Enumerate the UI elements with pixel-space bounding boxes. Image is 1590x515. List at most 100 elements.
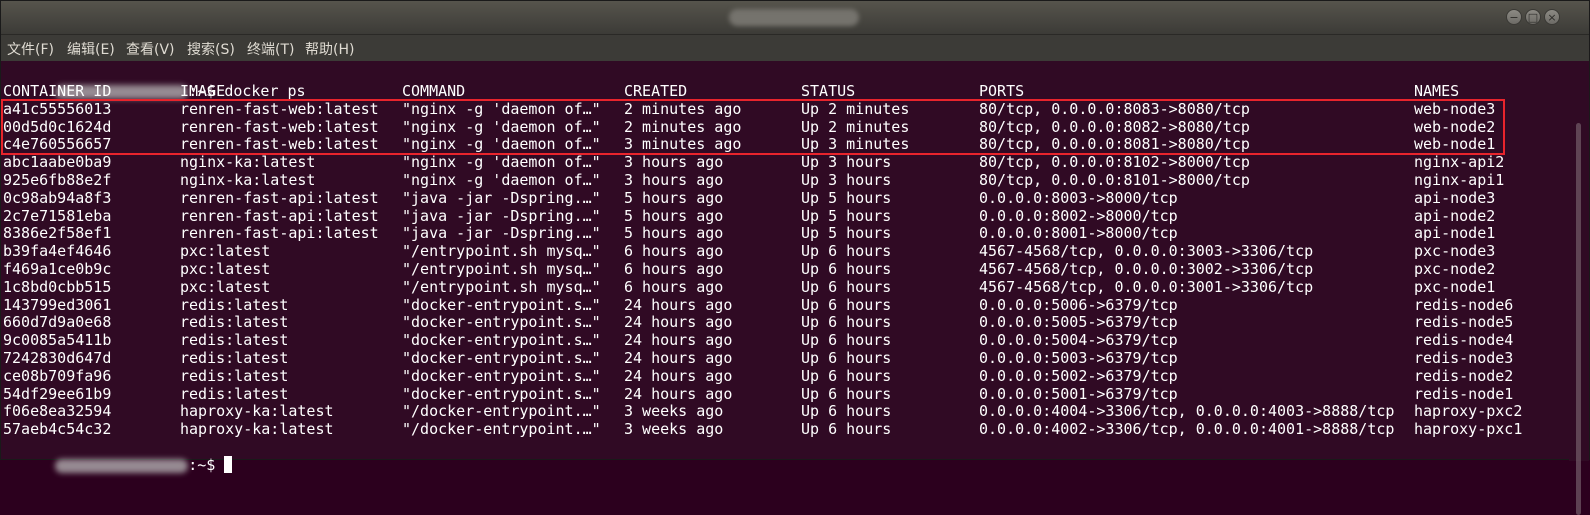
menu-help[interactable]: 帮助(H) [305, 39, 354, 59]
table-row: 0c98ab94a8f3 renren-fast-api:latest "java … [1, 189, 1571, 207]
cell-command: "docker-entrypoint.s…" [402, 313, 601, 332]
cell-created: 3 hours ago [624, 153, 724, 172]
cell-container-id: f06e8ea32594 [3, 402, 112, 421]
cell-names: api-node1 [1414, 224, 1496, 243]
cell-created: 5 hours ago [624, 188, 724, 207]
prompt-suffix: :~$ [188, 456, 225, 474]
cell-ports: 0.0.0.0:8003->8000/tcp [979, 188, 1178, 207]
header-ports: PORTS [979, 82, 1025, 100]
menu-file[interactable]: 文件(F) [7, 39, 54, 59]
final-prompt-line: :~$ [1, 438, 1571, 474]
cell-container-id: 57aeb4c54c32 [3, 420, 112, 439]
cell-ports: 0.0.0.0:4004->3306/tcp, 0.0.0.0:4003->88… [979, 402, 1395, 421]
cell-names: pxc-node2 [1414, 260, 1496, 278]
cell-ports: 0.0.0.0:5001->6379/tcp [979, 384, 1178, 403]
cell-created: 5 hours ago [624, 224, 724, 243]
menu-terminal[interactable]: 终端(T) [247, 39, 294, 59]
header-image: IMAGE [180, 82, 226, 100]
cell-names: haproxy-pxc2 [1414, 402, 1523, 421]
cell-status: Up 6 hours [801, 402, 892, 421]
cell-names: redis-node5 [1414, 313, 1514, 332]
menu-search[interactable]: 搜索(S) [187, 39, 235, 59]
cell-names: nginx-api1 [1414, 171, 1505, 189]
cell-container-id: f469a1ce0b9c [3, 260, 112, 278]
window-title-redacted [729, 9, 859, 26]
cell-command: "/entrypoint.sh mysq…" [402, 242, 601, 261]
table-row: f06e8ea32594 haproxy-ka:latest "/docker-en… [1, 402, 1571, 420]
maximize-button[interactable]: □ [1525, 9, 1541, 25]
cell-status: Up 5 hours [801, 188, 892, 207]
cell-container-id: 54df29ee61b9 [3, 384, 112, 403]
cell-command: "nginx -g 'daemon of…" [402, 153, 601, 172]
cell-status: Up 6 hours [801, 420, 892, 439]
cell-command: "/docker-entrypoint.…" [402, 402, 601, 421]
cell-ports: 0.0.0.0:5005->6379/tcp [979, 313, 1178, 332]
cell-container-id: 9c0085a5411b [3, 331, 112, 350]
cell-image: redis:latest [180, 384, 289, 403]
command-prompt-line: :~$ docker ps [1, 64, 1571, 100]
menu-edit[interactable]: 编辑(E) [67, 39, 115, 59]
cell-status: Up 6 hours [801, 366, 892, 385]
table-row: b39fa4ef4646 pxc:latest "/entrypoint.sh my… [1, 242, 1571, 260]
cell-image: renren-fast-api:latest [180, 206, 379, 225]
cell-created: 6 hours ago [624, 260, 724, 278]
cell-command: "/entrypoint.sh mysq…" [402, 277, 601, 296]
header-names: NAMES [1414, 82, 1460, 100]
cell-container-id: 143799ed3061 [3, 295, 112, 314]
highlight-box-web-nodes [1, 99, 1505, 155]
cell-ports: 80/tcp, 0.0.0.0:8102->8000/tcp [979, 153, 1250, 172]
terminal-output[interactable]: :~$ docker ps CONTAINER ID IMAGE COMMAND CR… [1, 61, 1571, 474]
minimize-button[interactable]: − [1506, 9, 1522, 25]
scrollbar-thumb[interactable] [1576, 123, 1581, 515]
cell-ports: 0.0.0.0:4002->3306/tcp, 0.0.0.0:4001->88… [979, 420, 1395, 439]
title-bar[interactable]: − □ × [1, 1, 1589, 35]
cell-command: "docker-entrypoint.s…" [402, 331, 601, 350]
scrollbar[interactable] [1569, 61, 1589, 515]
cell-container-id: 1c8bd0cbb515 [3, 277, 112, 296]
cell-status: Up 3 hours [801, 171, 892, 189]
cell-container-id: abc1aabe0ba9 [3, 153, 112, 172]
cell-status: Up 6 hours [801, 260, 892, 278]
cell-command: "docker-entrypoint.s…" [402, 295, 601, 314]
cell-image: pxc:latest [180, 242, 271, 261]
cell-ports: 0.0.0.0:8002->8000/tcp [979, 206, 1178, 225]
table-header-row: CONTAINER ID IMAGE COMMAND CREATED STATUS POR… [1, 82, 1571, 100]
cell-image: redis:latest [180, 349, 289, 367]
cell-image: haproxy-ka:latest [180, 420, 334, 439]
cell-names: redis-node4 [1414, 331, 1514, 350]
menu-view[interactable]: 查看(V) [126, 39, 175, 59]
cell-image: pxc:latest [180, 277, 271, 296]
cell-image: renren-fast-api:latest [180, 224, 379, 243]
cell-command: "nginx -g 'daemon of…" [402, 171, 601, 189]
cell-ports: 4567-4568/tcp, 0.0.0.0:3002->3306/tcp [979, 260, 1314, 278]
cell-status: Up 6 hours [801, 295, 892, 314]
cell-command: "docker-entrypoint.s…" [402, 384, 601, 403]
cell-command: "java -jar -Dspring.…" [402, 206, 601, 225]
cell-status: Up 6 hours [801, 242, 892, 261]
cell-ports: 0.0.0.0:5002->6379/tcp [979, 366, 1178, 385]
close-button[interactable]: × [1544, 9, 1560, 25]
cell-status: Up 6 hours [801, 349, 892, 367]
cell-names: pxc-node3 [1414, 242, 1496, 261]
cell-command: "docker-entrypoint.s…" [402, 349, 601, 367]
menu-bar: 文件(F) 编辑(E) 查看(V) 搜索(S) 终端(T) 帮助(H) [1, 35, 1589, 61]
cell-created: 5 hours ago [624, 206, 724, 225]
cell-ports: 4567-4568/tcp, 0.0.0.0:3001->3306/tcp [979, 277, 1314, 296]
cell-ports: 0.0.0.0:5003->6379/tcp [979, 349, 1178, 367]
cell-created: 24 hours ago [624, 331, 733, 350]
cell-names: pxc-node1 [1414, 277, 1496, 296]
cell-container-id: 925e6fb88e2f [3, 171, 112, 189]
cell-ports: 4567-4568/tcp, 0.0.0.0:3003->3306/tcp [979, 242, 1314, 261]
table-row: 660d7d9a0e68 redis:latest "docker-entrypoi… [1, 313, 1571, 331]
cell-created: 24 hours ago [624, 313, 733, 332]
table-row: 1c8bd0cbb515 pxc:latest "/entrypoint.sh my… [1, 278, 1571, 296]
table-row: f469a1ce0b9c pxc:latest "/entrypoint.sh my… [1, 260, 1571, 278]
cell-created: 24 hours ago [624, 349, 733, 367]
cell-ports: 0.0.0.0:5006->6379/tcp [979, 295, 1178, 314]
cell-created: 24 hours ago [624, 295, 733, 314]
cell-container-id: 2c7e71581eba [3, 206, 112, 225]
table-row: 54df29ee61b9 redis:latest "docker-entrypoi… [1, 385, 1571, 403]
cell-names: api-node2 [1414, 206, 1496, 225]
cell-names: api-node3 [1414, 188, 1496, 207]
cell-status: Up 3 hours [801, 153, 892, 172]
